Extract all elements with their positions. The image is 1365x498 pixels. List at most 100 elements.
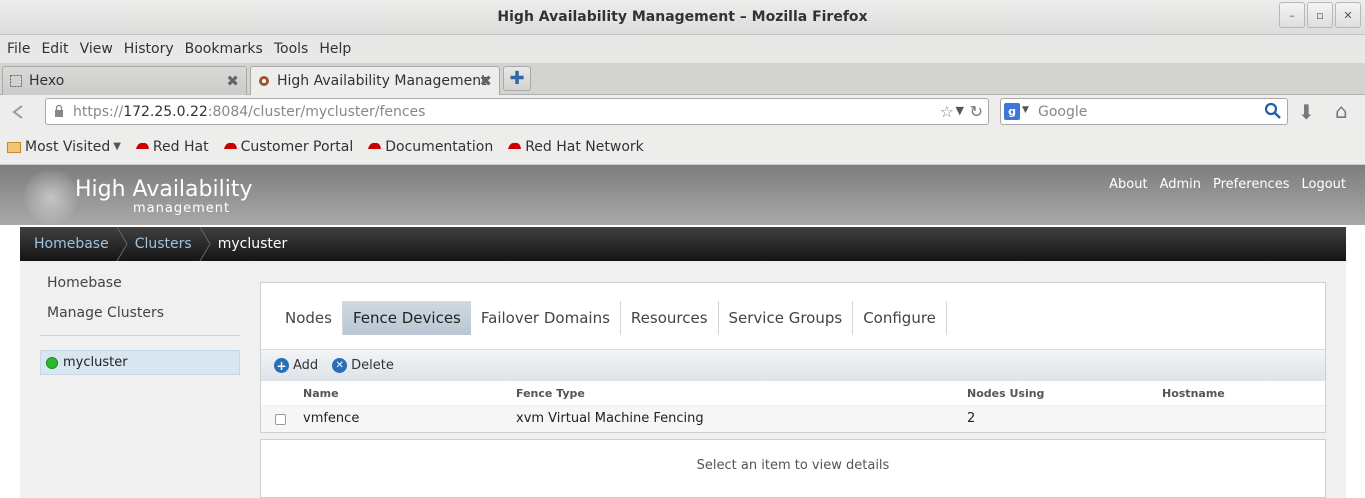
close-tab-icon[interactable]: ✖ — [479, 72, 492, 90]
breadcrumb-separator-icon — [116, 227, 128, 261]
tab-label: Hexo — [29, 73, 65, 89]
app-header: High Availability management About Admin… — [0, 165, 1365, 225]
top-links: About Admin Preferences Logout — [1097, 177, 1346, 192]
delete-button[interactable]: ✕ Delete — [332, 358, 394, 373]
sidebar-item-homebase[interactable]: Homebase — [47, 275, 240, 291]
logo-icon — [24, 170, 78, 224]
web-page: High Availability management About Admin… — [0, 165, 1365, 498]
fence-devices-panel: Nodes Fence Devices Failover Domains Res… — [260, 282, 1326, 433]
plus-icon: ✚ — [509, 68, 525, 89]
google-engine-icon[interactable]: g — [1004, 103, 1020, 120]
cell-nodes-using: 2 — [967, 411, 976, 426]
panel-tabs: Nodes Fence Devices Failover Domains Res… — [275, 301, 947, 335]
blank-page-icon — [9, 74, 23, 88]
details-placeholder: Select an item to view details — [696, 458, 890, 473]
navigation-bar: https://172.25.0.22:8084/cluster/myclust… — [0, 95, 1365, 129]
x-circle-icon: ✕ — [332, 358, 348, 373]
add-button[interactable]: + Add — [274, 358, 318, 373]
red-hat-icon — [135, 140, 150, 153]
tab-resources[interactable]: Resources — [621, 301, 719, 335]
search-icon[interactable] — [1264, 102, 1282, 120]
red-hat-icon — [367, 140, 382, 153]
back-arrow-icon[interactable] — [8, 101, 30, 123]
breadcrumb: Homebase Clusters mycluster — [20, 227, 1346, 261]
tab-fence-devices[interactable]: Fence Devices — [342, 301, 471, 335]
breadcrumb-homebase[interactable]: Homebase — [20, 227, 131, 261]
bookmark-red-hat[interactable]: Red Hat — [135, 139, 209, 155]
window-titlebar: High Availability Management – Mozilla F… — [0, 0, 1365, 35]
reload-icon[interactable]: ↻ — [970, 102, 983, 121]
tab-configure[interactable]: Configure — [853, 301, 947, 335]
chevron-down-icon: ▼ — [113, 141, 121, 152]
bookmark-red-hat-network[interactable]: Red Hat Network — [507, 139, 644, 155]
app-title: High Availability — [75, 177, 253, 202]
search-bar[interactable]: g ▼ Google — [1000, 98, 1288, 125]
bookmark-star-icon[interactable]: ☆ — [940, 102, 954, 121]
browser-tab-bar: Hexo ✖ High Availability Management ✖ — [0, 63, 1365, 95]
window-controls: – ▫ ✕ — [1277, 2, 1361, 28]
browser-tab-hexo[interactable]: Hexo ✖ — [2, 66, 247, 95]
lock-icon — [54, 104, 64, 117]
menu-history[interactable]: History — [124, 41, 174, 57]
column-name[interactable]: Name — [303, 387, 339, 400]
bookmarks-toolbar: Most Visited ▼ Red Hat Customer Portal D… — [0, 129, 1365, 165]
main-content: Homebase Manage Clusters mycluster Nodes… — [20, 261, 1346, 498]
download-icon[interactable]: ⬇ — [1298, 100, 1315, 124]
panel-toolbar: + Add ✕ Delete — [261, 349, 1325, 381]
browser-tab-ha-management[interactable]: High Availability Management ✖ — [250, 66, 500, 95]
table-header: Name Fence Type Nodes Using Hostname — [261, 381, 1325, 405]
home-icon[interactable]: ⌂ — [1335, 99, 1348, 123]
about-link[interactable]: About — [1109, 177, 1147, 192]
menu-view[interactable]: View — [80, 41, 113, 57]
url-text: https://172.25.0.22:8084/cluster/myclust… — [73, 104, 426, 120]
tab-service-groups[interactable]: Service Groups — [719, 301, 854, 335]
menu-bookmarks[interactable]: Bookmarks — [185, 41, 263, 57]
new-tab-button[interactable]: ✚ — [503, 66, 531, 91]
menu-edit[interactable]: Edit — [41, 41, 68, 57]
tab-nodes[interactable]: Nodes — [275, 301, 343, 335]
maximize-button[interactable]: ▫ — [1307, 2, 1333, 28]
bookmark-customer-portal[interactable]: Customer Portal — [223, 139, 353, 155]
close-window-button[interactable]: ✕ — [1335, 2, 1361, 28]
close-tab-icon[interactable]: ✖ — [226, 72, 239, 90]
details-panel: Select an item to view details — [260, 439, 1326, 498]
column-fence-type[interactable]: Fence Type — [516, 387, 585, 400]
breadcrumb-separator-icon — [199, 227, 211, 261]
cell-fence-type: xvm Virtual Machine Fencing — [516, 411, 704, 426]
chevron-down-icon[interactable]: ▼ — [1022, 105, 1029, 115]
plus-circle-icon: + — [274, 358, 289, 373]
tab-failover-domains[interactable]: Failover Domains — [471, 301, 621, 335]
menu-tools[interactable]: Tools — [274, 41, 309, 57]
bookmark-documentation[interactable]: Documentation — [367, 139, 493, 155]
window-title: High Availability Management – Mozilla F… — [497, 9, 868, 25]
logout-link[interactable]: Logout — [1301, 177, 1346, 192]
sidebar-item-mycluster[interactable]: mycluster — [40, 350, 240, 375]
minimize-button[interactable]: – — [1279, 2, 1305, 28]
preferences-link[interactable]: Preferences — [1213, 177, 1289, 192]
folder-icon — [7, 140, 22, 153]
sidebar-divider — [40, 335, 240, 336]
menu-file[interactable]: File — [7, 41, 30, 57]
chevron-down-icon[interactable]: ▼ — [956, 104, 964, 117]
menu-bar: File Edit View History Bookmarks Tools H… — [0, 35, 1365, 63]
admin-link[interactable]: Admin — [1160, 177, 1201, 192]
red-hat-icon — [223, 140, 238, 153]
tab-label: High Availability Management — [277, 73, 487, 89]
url-bar[interactable]: https://172.25.0.22:8084/cluster/myclust… — [45, 98, 989, 125]
breadcrumb-mycluster: mycluster — [217, 236, 288, 252]
status-ok-icon — [46, 356, 58, 369]
cell-name: vmfence — [303, 411, 360, 426]
menu-help[interactable]: Help — [319, 41, 351, 57]
app-subtitle: management — [133, 201, 231, 216]
column-hostname[interactable]: Hostname — [1162, 387, 1225, 400]
bookmark-most-visited[interactable]: Most Visited ▼ — [7, 139, 121, 155]
search-input[interactable]: Google — [1038, 104, 1087, 120]
sidebar-item-manage-clusters[interactable]: Manage Clusters — [47, 305, 240, 321]
column-nodes-using[interactable]: Nodes Using — [967, 387, 1044, 400]
gear-icon — [257, 74, 271, 88]
breadcrumb-clusters[interactable]: Clusters — [131, 227, 214, 261]
sidebar: Homebase Manage Clusters mycluster — [40, 275, 240, 375]
row-checkbox[interactable] — [275, 414, 286, 425]
table-row[interactable]: vmfence xvm Virtual Machine Fencing 2 — [261, 405, 1325, 432]
red-hat-icon — [507, 140, 522, 153]
